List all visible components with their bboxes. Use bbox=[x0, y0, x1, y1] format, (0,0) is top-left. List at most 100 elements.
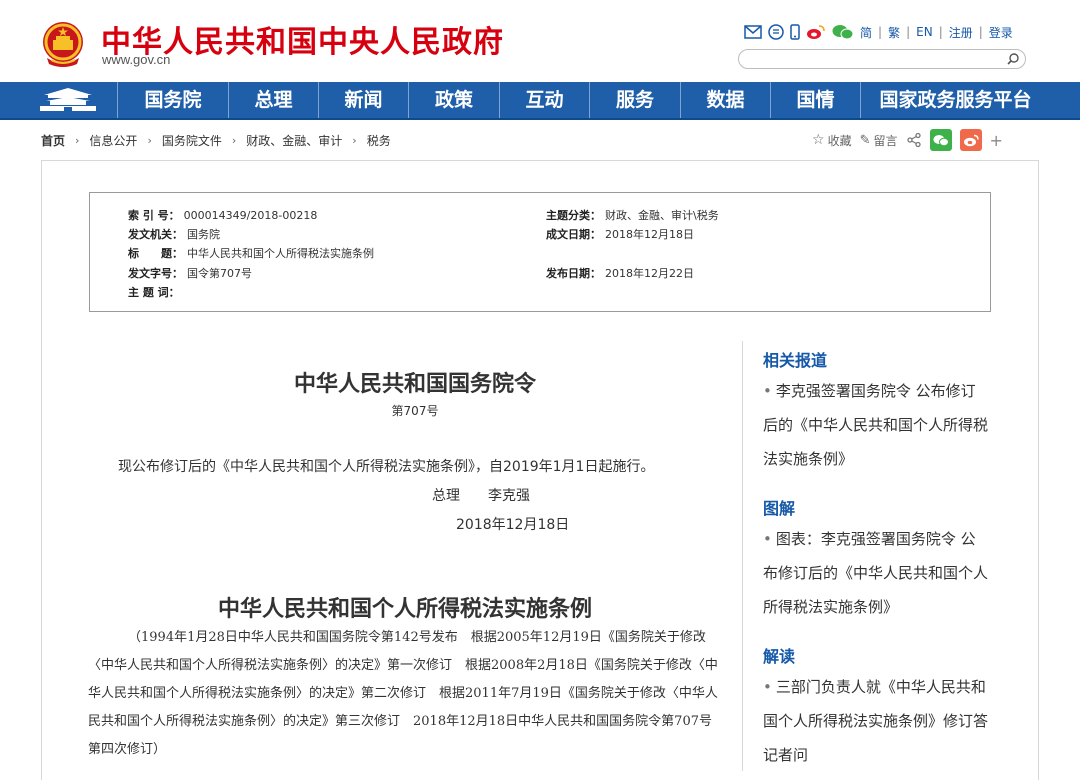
announcement-paragraph: 现公布修订后的《中华人民共和国个人所得税法实施条例》，自2019年1月1日起施行… bbox=[118, 459, 655, 475]
signer-name: 李克强 bbox=[488, 488, 530, 504]
meta-issuer-row: 发文机关： 国务院 bbox=[128, 226, 220, 242]
sign-date: 2018年12月18日 bbox=[456, 517, 570, 533]
sidebar-graphic-item[interactable]: • 图表：李克强签署国务院令 公布修订后的《中华人民共和国个人所得税法实施条例》 bbox=[763, 522, 988, 624]
nav-item-data[interactable]: 数据 bbox=[681, 82, 771, 118]
regulation-revision-note: （1994年1月28日中华人民共和国国务院令第142号发布 根据2005年12月… bbox=[88, 630, 718, 757]
meta-docno-label: 发文字号： bbox=[128, 267, 183, 280]
nav-item-policy[interactable]: 政策 bbox=[409, 82, 500, 118]
meta-docno-value: 国令第707号 bbox=[187, 267, 252, 280]
chevron-right-icon: › bbox=[75, 134, 80, 147]
login-link[interactable]: 登录 bbox=[989, 24, 1013, 41]
pen-icon: ✎ bbox=[859, 132, 871, 148]
chevron-right-icon: › bbox=[147, 134, 152, 147]
search-input[interactable] bbox=[749, 52, 1003, 68]
sidebar-reading-item[interactable]: • 三部门负责人就《中华人民共和国个人所得税法实施条例》修订答记者问 bbox=[763, 670, 988, 772]
meta-created-label: 成文日期： bbox=[546, 228, 601, 241]
sidebar-related-item[interactable]: • 李克强签署国务院令 公布修订后的《中华人民共和国个人所得税法实施条例》 bbox=[763, 374, 988, 476]
breadcrumb-finance[interactable]: 财政、金融、审计 bbox=[246, 132, 342, 149]
message-icon[interactable] bbox=[768, 24, 784, 40]
nav-item-interaction[interactable]: 互动 bbox=[500, 82, 590, 118]
breadcrumb: 首页 › 信息公开 › 国务院文件 › 财政、金融、审计 › 税务 bbox=[41, 132, 391, 149]
weibo-share-icon[interactable] bbox=[959, 129, 982, 151]
meta-docno-row: 发文字号： 国令第707号 bbox=[128, 265, 252, 281]
bullet-icon: • bbox=[763, 530, 772, 548]
meta-category-row: 主题分类： 财政、金融、审计\税务 bbox=[546, 207, 719, 223]
chevron-right-icon: › bbox=[352, 134, 357, 147]
register-link[interactable]: 注册 bbox=[949, 24, 973, 41]
top-tools: 简 | 繁 | EN | 注册 | 登录 bbox=[744, 22, 1013, 42]
signer-line: 总理 李克强 bbox=[432, 485, 530, 505]
site-domain: www.gov.cn bbox=[102, 52, 171, 67]
more-share-button[interactable]: + bbox=[990, 131, 1003, 150]
divider: | bbox=[906, 25, 911, 39]
sidebar-graphic-link[interactable]: 图表：李克强签署国务院令 公布修订后的《中华人民共和国个人所得税法实施条例》 bbox=[763, 530, 988, 616]
nav-item-national-info[interactable]: 国情 bbox=[771, 82, 861, 118]
divider: | bbox=[938, 25, 943, 39]
search-icon[interactable] bbox=[1006, 52, 1020, 66]
meta-index-row: 索 引 号： 000014349/2018-00218 bbox=[128, 207, 317, 223]
meta-published-value: 2018年12月22日 bbox=[605, 267, 694, 280]
favorite-button[interactable]: ☆ 收藏 bbox=[812, 132, 852, 149]
meta-created-value: 2018年12月18日 bbox=[605, 228, 694, 241]
breadcrumb-council-docs[interactable]: 国务院文件 bbox=[162, 132, 222, 149]
meta-published-label: 发布日期： bbox=[546, 267, 601, 280]
meta-keywords-row: 主 题 词： bbox=[128, 284, 184, 300]
wechat-share-icon[interactable] bbox=[929, 129, 952, 151]
lang-english-link[interactable]: EN bbox=[916, 25, 933, 39]
meta-index-value: 000014349/2018-00218 bbox=[183, 209, 318, 222]
nav-home-button[interactable] bbox=[0, 82, 118, 118]
meta-issuer-label: 发文机关： bbox=[128, 228, 183, 241]
regulation-title: 中华人民共和国个人所得税法实施条例 bbox=[217, 596, 592, 622]
sidebar-reading-heading: 解读 bbox=[763, 647, 796, 666]
search-box bbox=[738, 49, 1026, 69]
order-number: 第707号 bbox=[391, 404, 439, 418]
meta-issuer-value: 国务院 bbox=[187, 228, 220, 241]
order-title: 中华人民共和国国务院令 bbox=[293, 371, 536, 397]
mobile-icon[interactable] bbox=[790, 24, 800, 40]
wechat-icon[interactable] bbox=[832, 24, 854, 40]
sidebar-divider bbox=[742, 341, 743, 771]
meta-title-value: 中华人民共和国个人所得税法实施条例 bbox=[187, 247, 374, 260]
nav-item-state-council[interactable]: 国务院 bbox=[118, 82, 229, 118]
meta-category-value: 财政、金融、审计\税务 bbox=[605, 209, 719, 222]
meta-title-label: 标 题： bbox=[128, 247, 183, 260]
meta-title-row: 标 题： 中华人民共和国个人所得税法实施条例 bbox=[128, 245, 374, 261]
nav-item-news[interactable]: 新闻 bbox=[319, 82, 409, 118]
chevron-right-icon: › bbox=[231, 134, 237, 147]
nav-item-premier[interactable]: 总理 bbox=[229, 82, 319, 118]
star-icon: ☆ bbox=[812, 132, 825, 148]
signer-title: 总理 bbox=[432, 488, 460, 504]
sidebar-graphic-heading: 图解 bbox=[763, 499, 796, 518]
meta-keywords-label: 主 题 词： bbox=[128, 286, 180, 299]
breadcrumb-tax[interactable]: 税务 bbox=[367, 132, 391, 149]
tiananmen-icon bbox=[40, 88, 96, 111]
lang-simplified-link[interactable]: 简 bbox=[860, 24, 872, 41]
comment-button[interactable]: ✎ 留言 bbox=[860, 132, 898, 149]
favorite-label: 收藏 bbox=[827, 133, 852, 148]
national-emblem-logo[interactable] bbox=[41, 20, 85, 68]
sidebar-related-heading: 相关报道 bbox=[763, 351, 828, 370]
comment-label: 留言 bbox=[873, 133, 898, 148]
breadcrumb-home[interactable]: 首页 bbox=[41, 132, 65, 149]
mail-icon[interactable] bbox=[744, 25, 762, 39]
share-bar: ☆ 收藏 ✎ 留言 + bbox=[812, 129, 1003, 151]
site-header: 中华人民共和国中央人民政府 www.gov.cn 简 | 繁 | EN | 注册… bbox=[0, 0, 1080, 82]
share-icon[interactable] bbox=[906, 132, 922, 148]
sidebar-reading-link[interactable]: 三部门负责人就《中华人民共和国个人所得税法实施条例》修订答记者问 bbox=[763, 678, 988, 764]
meta-published-row: 发布日期： 2018年12月22日 bbox=[546, 265, 694, 281]
meta-created-row: 成文日期： 2018年12月18日 bbox=[546, 226, 694, 242]
lang-traditional-link[interactable]: 繁 bbox=[888, 24, 900, 41]
sidebar-related-link[interactable]: 李克强签署国务院令 公布修订后的《中华人民共和国个人所得税法实施条例》 bbox=[763, 382, 988, 468]
nav-item-services[interactable]: 服务 bbox=[590, 82, 681, 118]
divider: | bbox=[978, 25, 983, 39]
weibo-icon[interactable] bbox=[806, 24, 826, 40]
divider: | bbox=[878, 25, 883, 39]
main-nav: 国务院 总理 新闻 政策 互动 服务 数据 国情 国家政务服务平台 bbox=[0, 82, 1080, 120]
breadcrumb-info-disclosure[interactable]: 信息公开 bbox=[89, 132, 137, 149]
bullet-icon: • bbox=[763, 678, 772, 696]
meta-index-label: 索 引 号： bbox=[128, 209, 180, 222]
document-metadata-table: 索 引 号： 000014349/2018-00218 发文机关： 国务院 标 题：… bbox=[89, 192, 991, 312]
meta-category-label: 主题分类： bbox=[546, 209, 601, 222]
nav-item-service-platform[interactable]: 国家政务服务平台 bbox=[861, 82, 1050, 118]
bullet-icon: • bbox=[763, 382, 772, 400]
